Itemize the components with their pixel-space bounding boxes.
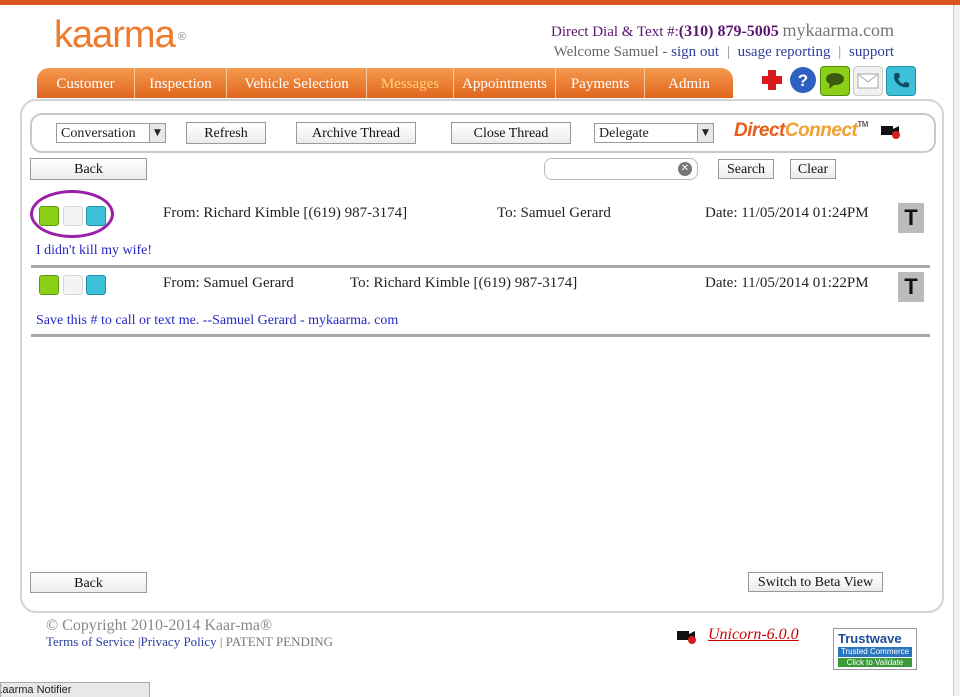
version-link[interactable]: Unicorn-6.0.0 [708, 626, 799, 644]
tab-vehicle-selection[interactable]: Vehicle Selection [227, 68, 367, 98]
video-camera-icon[interactable] [676, 628, 698, 649]
tab-messages[interactable]: Messages [367, 68, 454, 98]
help-icon[interactable]: ? [789, 66, 817, 94]
message-date: Date: 11/05/2014 01:24PM [705, 205, 869, 221]
red-cross-icon[interactable] [758, 66, 786, 94]
trust-validate: Click to Validate [838, 658, 912, 667]
translate-button[interactable]: T [898, 203, 924, 233]
conversation-select-value: Conversation [61, 126, 136, 141]
logo-text: kaarma [54, 14, 176, 56]
chevron-down-icon: ▼ [149, 124, 165, 142]
direct-connect-logo[interactable]: DirectConnectTM [734, 120, 868, 142]
direct-text: Direct [734, 120, 785, 141]
text-icon[interactable] [39, 275, 59, 295]
taskbar-notifier[interactable]: Kaarma Notifier [0, 682, 150, 697]
search-button[interactable]: Search [718, 159, 774, 179]
trademark: TM [857, 120, 868, 129]
video-camera-icon[interactable] [880, 123, 902, 144]
support-link[interactable]: support [849, 44, 894, 60]
usage-reporting-link[interactable]: usage reporting [738, 44, 831, 60]
email-icon[interactable] [853, 66, 883, 96]
message-body: Save this # to call or text me. --Samuel… [36, 313, 399, 328]
copyright: © Copyright 2010-2014 Kaar-ma® [46, 617, 273, 634]
message-to: To: Samuel Gerard [497, 205, 611, 221]
notifier-label: Kaarma Notifier [0, 684, 72, 696]
message-row[interactable]: From: Richard Kimble [(619) 987-3174] To… [31, 199, 930, 268]
chevron-down-icon: ▼ [697, 124, 713, 142]
tab-customer[interactable]: Customer [37, 68, 135, 98]
message-from: From: Samuel Gerard [163, 275, 294, 291]
back-button-bottom[interactable]: Back [30, 572, 147, 593]
conversation-select[interactable]: Conversation ▼ [56, 123, 166, 143]
refresh-button[interactable]: Refresh [186, 122, 266, 144]
top-accent-bar [0, 0, 960, 5]
header-icon-bar: ? [758, 66, 916, 96]
patent-pending: PATENT PENDING [225, 634, 334, 649]
svg-text:?: ? [798, 71, 808, 90]
search-input[interactable]: ✕ [544, 158, 698, 180]
header-info: Direct Dial & Text #:(310) 879-5005 myka… [551, 20, 894, 62]
registered-mark: ® [177, 30, 186, 43]
privacy-link[interactable]: |Privacy Policy [138, 634, 217, 649]
separator: | [838, 44, 842, 60]
clear-search-icon[interactable]: ✕ [678, 162, 692, 176]
message-from: From: Richard Kimble [(619) 987-3174] [163, 205, 408, 221]
trustwave-seal[interactable]: Trustwave Trusted Commerce Click to Vali… [833, 628, 917, 670]
tab-admin[interactable]: Admin [645, 68, 733, 98]
main-nav: Customer Inspection Vehicle Selection Me… [37, 68, 733, 98]
close-thread-button[interactable]: Close Thread [451, 122, 571, 144]
message-body: I didn't kill my wife! [36, 243, 153, 258]
call-icon[interactable] [86, 275, 106, 295]
back-button[interactable]: Back [30, 158, 147, 180]
message-to: To: Richard Kimble [(619) 987-3174] [350, 275, 578, 291]
switch-beta-button[interactable]: Switch to Beta View [748, 572, 883, 592]
trust-sub: Trusted Commerce [838, 647, 912, 657]
call-icon[interactable] [886, 66, 916, 96]
text-icon[interactable] [820, 66, 850, 96]
message-date: Date: 11/05/2014 01:22PM [705, 275, 869, 291]
welcome-text: Welcome Samuel - [553, 44, 668, 60]
message-row[interactable]: From: Samuel Gerard To: Richard Kimble [… [31, 268, 930, 337]
sign-out-link[interactable]: sign out [671, 44, 719, 60]
dial-phone: (310) 879-5005 [678, 23, 779, 40]
tab-appointments[interactable]: Appointments [454, 68, 556, 98]
trust-title: Trustwave [838, 631, 902, 646]
window-scrollbar[interactable] [953, 5, 960, 696]
connect-text: Connect [784, 120, 858, 141]
separator: | [219, 634, 223, 649]
tab-inspection[interactable]: Inspection [135, 68, 227, 98]
tab-payments[interactable]: Payments [556, 68, 645, 98]
footer-links: Terms of Service |Privacy Policy | PATEN… [46, 634, 333, 650]
translate-button[interactable]: T [898, 272, 924, 302]
kaarma-logo[interactable]: kaarma ® [54, 14, 186, 57]
archive-thread-button[interactable]: Archive Thread [296, 122, 416, 144]
terms-link[interactable]: Terms of Service [46, 634, 135, 649]
email-icon[interactable] [63, 275, 83, 295]
separator: | [726, 44, 730, 60]
dial-label: Direct Dial & Text #: [550, 24, 679, 40]
site-name: mykaarma.com [782, 20, 894, 40]
highlight-circle [30, 190, 114, 238]
delegate-select[interactable]: Delegate ▼ [594, 123, 714, 143]
clear-button[interactable]: Clear [790, 159, 836, 179]
delegate-select-value: Delegate [599, 126, 649, 141]
